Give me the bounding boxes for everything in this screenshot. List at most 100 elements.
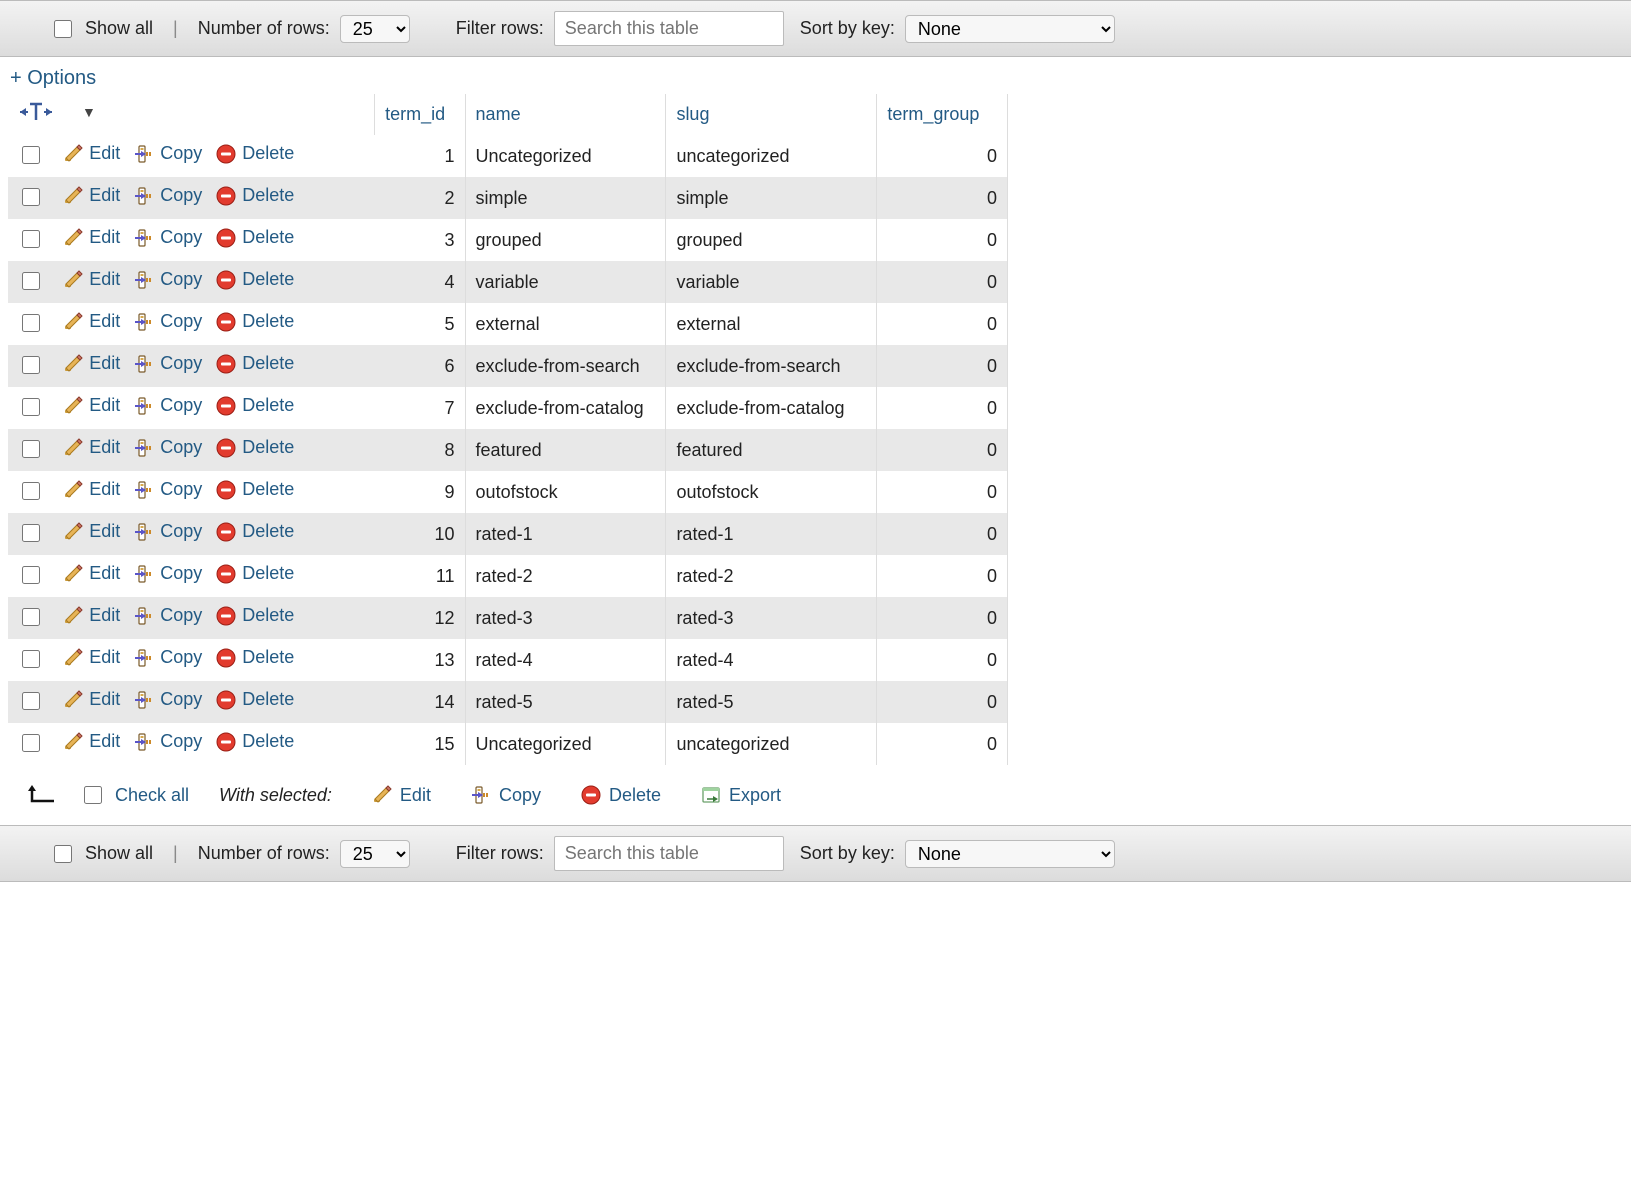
row-delete[interactable]: Delete — [216, 437, 294, 458]
fulltext-toggle-icon[interactable] — [18, 102, 72, 122]
row-delete[interactable]: Delete — [216, 311, 294, 332]
copy-icon — [134, 396, 154, 416]
col-name[interactable]: name — [465, 94, 666, 135]
row-delete[interactable]: Delete — [216, 605, 294, 626]
col-slug[interactable]: slug — [666, 94, 877, 135]
show-all-label-bottom: Show all — [85, 843, 153, 864]
check-all-checkbox[interactable] — [84, 786, 102, 804]
sort-indicator-icon[interactable]: ▼ — [82, 104, 96, 120]
sort-select[interactable]: None — [905, 15, 1115, 43]
row-copy[interactable]: Copy — [134, 731, 202, 752]
row-edit[interactable]: Edit — [63, 185, 120, 206]
row-edit[interactable]: Edit — [63, 689, 120, 710]
row-checkbox[interactable] — [22, 608, 40, 626]
table-row: EditCopyDelete11rated-2rated-20 — [8, 555, 1008, 597]
row-delete[interactable]: Delete — [216, 353, 294, 374]
row-delete[interactable]: Delete — [216, 647, 294, 668]
cell-name: simple — [465, 177, 666, 219]
row-edit[interactable]: Edit — [63, 353, 120, 374]
row-copy-label: Copy — [160, 227, 202, 248]
row-delete[interactable]: Delete — [216, 185, 294, 206]
row-delete[interactable]: Delete — [216, 143, 294, 164]
row-delete[interactable]: Delete — [216, 269, 294, 290]
row-copy[interactable]: Copy — [134, 521, 202, 542]
row-delete[interactable]: Delete — [216, 395, 294, 416]
row-copy[interactable]: Copy — [134, 185, 202, 206]
row-checkbox[interactable] — [22, 524, 40, 542]
row-checkbox-cell — [8, 345, 53, 387]
filter-input-bottom[interactable] — [554, 836, 784, 871]
row-delete[interactable]: Delete — [216, 479, 294, 500]
filter-input[interactable] — [554, 11, 784, 46]
row-copy[interactable]: Copy — [134, 353, 202, 374]
row-copy[interactable]: Copy — [134, 689, 202, 710]
bulk-edit[interactable]: Edit — [372, 785, 431, 806]
row-copy[interactable]: Copy — [134, 647, 202, 668]
row-edit[interactable]: Edit — [63, 521, 120, 542]
row-copy[interactable]: Copy — [134, 143, 202, 164]
row-copy[interactable]: Copy — [134, 395, 202, 416]
row-copy[interactable]: Copy — [134, 269, 202, 290]
row-copy[interactable]: Copy — [134, 227, 202, 248]
row-copy[interactable]: Copy — [134, 605, 202, 626]
row-delete[interactable]: Delete — [216, 563, 294, 584]
bulk-copy[interactable]: Copy — [471, 785, 541, 806]
row-checkbox[interactable] — [22, 692, 40, 710]
row-copy[interactable]: Copy — [134, 479, 202, 500]
col-term-id-link[interactable]: term_id — [385, 104, 445, 124]
row-edit[interactable]: Edit — [63, 605, 120, 626]
col-slug-link[interactable]: slug — [676, 104, 709, 124]
num-rows-select[interactable]: 25 — [340, 15, 410, 43]
row-edit[interactable]: Edit — [63, 479, 120, 500]
row-checkbox-cell — [8, 513, 53, 555]
row-copy[interactable]: Copy — [134, 563, 202, 584]
row-checkbox[interactable] — [22, 398, 40, 416]
row-edit[interactable]: Edit — [63, 395, 120, 416]
row-copy[interactable]: Copy — [134, 311, 202, 332]
cell-term-id: 5 — [375, 303, 465, 345]
row-checkbox[interactable] — [22, 734, 40, 752]
row-delete[interactable]: Delete — [216, 689, 294, 710]
row-checkbox[interactable] — [22, 188, 40, 206]
row-checkbox[interactable] — [22, 230, 40, 248]
cell-slug: rated-2 — [666, 555, 877, 597]
col-term-group[interactable]: term_group — [877, 94, 1008, 135]
row-delete[interactable]: Delete — [216, 731, 294, 752]
row-delete[interactable]: Delete — [216, 521, 294, 542]
row-checkbox[interactable] — [22, 566, 40, 584]
row-checkbox[interactable] — [22, 356, 40, 374]
row-edit[interactable]: Edit — [63, 269, 120, 290]
row-edit[interactable]: Edit — [63, 311, 120, 332]
row-actions: Edit Copy Delete — [53, 387, 374, 429]
num-rows-select-bottom[interactable]: 25 — [340, 840, 410, 868]
row-edit[interactable]: Edit — [63, 647, 120, 668]
col-term-group-link[interactable]: term_group — [887, 104, 979, 124]
bulk-delete[interactable]: Delete — [581, 785, 661, 806]
row-edit[interactable]: Edit — [63, 437, 120, 458]
row-checkbox[interactable] — [22, 440, 40, 458]
options-toggle[interactable]: + Options — [0, 57, 1631, 94]
check-all-link[interactable]: Check all — [115, 785, 189, 806]
col-name-link[interactable]: name — [476, 104, 521, 124]
filter-group-bottom: Filter rows: — [456, 836, 784, 871]
cell-term-id: 11 — [375, 555, 465, 597]
row-edit[interactable]: Edit — [63, 731, 120, 752]
sort-select-bottom[interactable]: None — [905, 840, 1115, 868]
cell-name: rated-5 — [465, 681, 666, 723]
row-edit[interactable]: Edit — [63, 227, 120, 248]
row-checkbox[interactable] — [22, 482, 40, 500]
show-all-checkbox-bottom[interactable] — [54, 845, 72, 863]
cell-name: grouped — [465, 219, 666, 261]
row-edit[interactable]: Edit — [63, 143, 120, 164]
bulk-export[interactable]: Export — [701, 785, 781, 806]
row-checkbox[interactable] — [22, 650, 40, 668]
row-copy[interactable]: Copy — [134, 437, 202, 458]
row-checkbox[interactable] — [22, 314, 40, 332]
row-delete[interactable]: Delete — [216, 227, 294, 248]
row-checkbox[interactable] — [22, 146, 40, 164]
sort-label-bottom: Sort by key: — [800, 843, 895, 864]
row-checkbox[interactable] — [22, 272, 40, 290]
row-edit[interactable]: Edit — [63, 563, 120, 584]
col-term-id[interactable]: term_id — [375, 94, 465, 135]
show-all-checkbox[interactable] — [54, 20, 72, 38]
